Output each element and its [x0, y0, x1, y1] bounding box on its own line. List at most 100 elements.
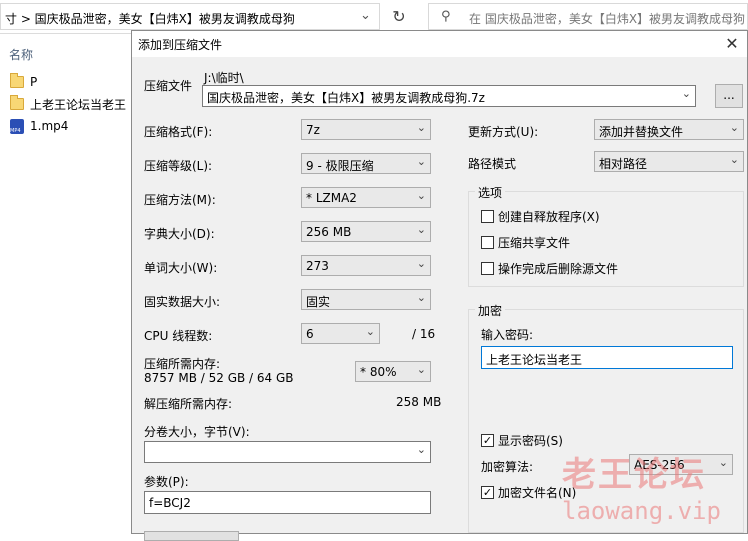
column-header-name[interactable]: 名称: [9, 46, 33, 63]
solid-select[interactable]: 固实 ⌄: [301, 289, 431, 310]
sfx-checkbox[interactable]: 创建自释放程序(X): [481, 208, 600, 225]
search-input[interactable]: ⚲ 在 国庆极品泄密，美女【白炜X】被男友调教成母狗: [428, 3, 748, 30]
checkbox-box[interactable]: [481, 262, 494, 275]
decomp-mem-value: 258 MB: [396, 395, 442, 409]
password-label: 输入密码:: [481, 328, 534, 342]
encryption-title: 加密: [475, 302, 506, 319]
chevron-down-icon: ⌄: [416, 189, 426, 202]
params-label: 参数(P):: [144, 475, 189, 489]
chevron-down-icon[interactable]: ⌄: [417, 443, 426, 456]
archive-label: 压缩文件: [144, 79, 193, 93]
dict-value: 256 MB: [306, 225, 352, 239]
threads-select[interactable]: 6 ⌄: [301, 323, 380, 344]
solid-label: 固实数据大小:: [144, 295, 221, 309]
address-path[interactable]: 寸 > 国庆极品泄密，美女【白炜X】被男友调教成母狗: [5, 10, 295, 27]
archive-dir: J:\临时\: [204, 71, 244, 85]
path-mode-select[interactable]: 相对路径 ⌄: [594, 151, 744, 172]
update-label: 更新方式(U):: [468, 125, 539, 139]
mem-value: 8757 MB / 52 GB / 64 GB: [144, 371, 294, 385]
chevron-down-icon: ⌄: [729, 153, 739, 166]
video-file-icon: [10, 118, 24, 134]
options-group: 选项 创建自释放程序(X) 压缩共享文件 操作完成后删除源文件: [468, 184, 744, 287]
partial-button[interactable]: [144, 531, 239, 541]
list-item[interactable]: 上老王论坛当老王: [10, 94, 126, 114]
level-value: 9 - 极限压缩: [306, 159, 374, 173]
close-icon[interactable]: ✕: [717, 31, 747, 57]
update-value: 添加并替换文件: [599, 125, 684, 139]
folder-icon: [10, 73, 24, 88]
add-to-archive-dialog: 添加到压缩文件 ✕ 压缩文件 J:\临时\ 国庆极品泄密，美女【白炜X】被男友调…: [131, 30, 748, 541]
search-placeholder: 在 国庆极品泄密，美女【白炜X】被男友调教成母狗: [469, 12, 746, 26]
show-password-checkbox[interactable]: ✓ 显示密码(S): [481, 432, 563, 449]
level-label: 压缩等级(L):: [144, 159, 213, 173]
dialog-titlebar[interactable]: 添加到压缩文件 ✕: [132, 31, 747, 57]
params-input[interactable]: f=BCJ2: [144, 491, 431, 514]
file-name: P: [30, 75, 38, 89]
watermark-url: laowang.vip: [562, 497, 721, 525]
chevron-down-icon[interactable]: ⌄: [360, 8, 371, 23]
format-label: 压缩格式(F):: [144, 125, 213, 139]
list-item[interactable]: 1.mp4: [10, 116, 68, 136]
password-input[interactable]: 上老王论坛当老王: [481, 346, 733, 369]
archive-name: 国庆极品泄密，美女【白炜X】被男友调教成母狗.7z: [207, 91, 485, 105]
threads-value: 6: [306, 327, 314, 341]
split-size-combo[interactable]: ⌄: [144, 441, 431, 463]
list-item[interactable]: P: [10, 72, 37, 92]
chevron-down-icon[interactable]: ⌄: [682, 87, 691, 100]
method-select[interactable]: * LZMA2 ⌄: [301, 187, 431, 208]
word-select[interactable]: 273 ⌄: [301, 255, 431, 276]
browse-button[interactable]: ...: [715, 84, 743, 108]
delete-after-checkbox[interactable]: 操作完成后删除源文件: [481, 260, 618, 277]
options-title: 选项: [475, 184, 506, 201]
checkbox-checked-icon[interactable]: ✓: [481, 434, 494, 447]
solid-value: 固实: [306, 295, 331, 309]
explorer-toolbar: 寸 > 国庆极品泄密，美女【白炜X】被男友调教成母狗 ⌄ ↻ ⚲ 在 国庆极品泄…: [0, 0, 748, 34]
threads-label: CPU 线程数:: [144, 329, 213, 343]
file-name: 上老王论坛当老王: [30, 97, 127, 112]
refresh-icon[interactable]: ↻: [384, 3, 414, 30]
chevron-down-icon: ⌄: [729, 121, 739, 134]
mem-percent-select[interactable]: * 80% ⌄: [355, 361, 431, 382]
shared-files-checkbox[interactable]: 压缩共享文件: [481, 234, 570, 251]
dialog-title: 添加到压缩文件: [138, 38, 223, 52]
dict-label: 字典大小(D):: [144, 227, 215, 241]
password-value: 上老王论坛当老王: [486, 353, 583, 367]
enc-method-label: 加密算法:: [481, 460, 534, 474]
chevron-down-icon: ⌄: [416, 257, 426, 270]
show-password-label: 显示密码(S): [498, 434, 563, 448]
file-list-pane: 名称 P 上老王论坛当老王 1.mp4: [0, 34, 131, 534]
checkbox-checked-icon[interactable]: ✓: [481, 486, 494, 499]
method-value: * LZMA2: [306, 191, 357, 205]
chevron-down-icon: ⌄: [365, 325, 375, 338]
method-label: 压缩方法(M):: [144, 193, 216, 207]
word-label: 单词大小(W):: [144, 261, 218, 275]
level-select[interactable]: 9 - 极限压缩 ⌄: [301, 153, 431, 174]
mem-label: 压缩所需内存:: [144, 357, 221, 371]
params-value: f=BCJ2: [149, 496, 191, 510]
format-value: 7z: [306, 123, 320, 137]
sfx-label: 创建自释放程序(X): [498, 210, 600, 224]
mem-percent-value: * 80%: [360, 365, 397, 379]
decomp-mem-label: 解压缩所需内存:: [144, 397, 233, 411]
chevron-down-icon: ⌄: [416, 291, 426, 304]
search-icon: ⚲: [441, 9, 451, 24]
folder-icon: [10, 95, 24, 110]
chevron-down-icon: ⌄: [416, 223, 426, 236]
delete-after-label: 操作完成后删除源文件: [498, 262, 619, 276]
chevron-down-icon: ⌄: [416, 363, 426, 376]
archive-name-combo[interactable]: 国庆极品泄密，美女【白炜X】被男友调教成母狗.7z ⌄: [202, 85, 696, 107]
chevron-down-icon: ⌄: [416, 155, 426, 168]
path-mode-label: 路径模式: [468, 157, 517, 171]
dict-select[interactable]: 256 MB ⌄: [301, 221, 431, 242]
checkbox-box[interactable]: [481, 236, 494, 249]
watermark-text: 老王论坛: [562, 455, 706, 495]
shared-files-label: 压缩共享文件: [498, 236, 571, 250]
address-bar[interactable]: 寸 > 国庆极品泄密，美女【白炜X】被男友调教成母狗 ⌄: [0, 3, 380, 30]
update-select[interactable]: 添加并替换文件 ⌄: [594, 119, 744, 140]
chevron-down-icon: ⌄: [416, 121, 426, 134]
path-mode-value: 相对路径: [599, 157, 648, 171]
format-select[interactable]: 7z ⌄: [301, 119, 431, 140]
chevron-down-icon: ⌄: [718, 456, 728, 469]
file-name: 1.mp4: [30, 119, 69, 133]
checkbox-box[interactable]: [481, 210, 494, 223]
